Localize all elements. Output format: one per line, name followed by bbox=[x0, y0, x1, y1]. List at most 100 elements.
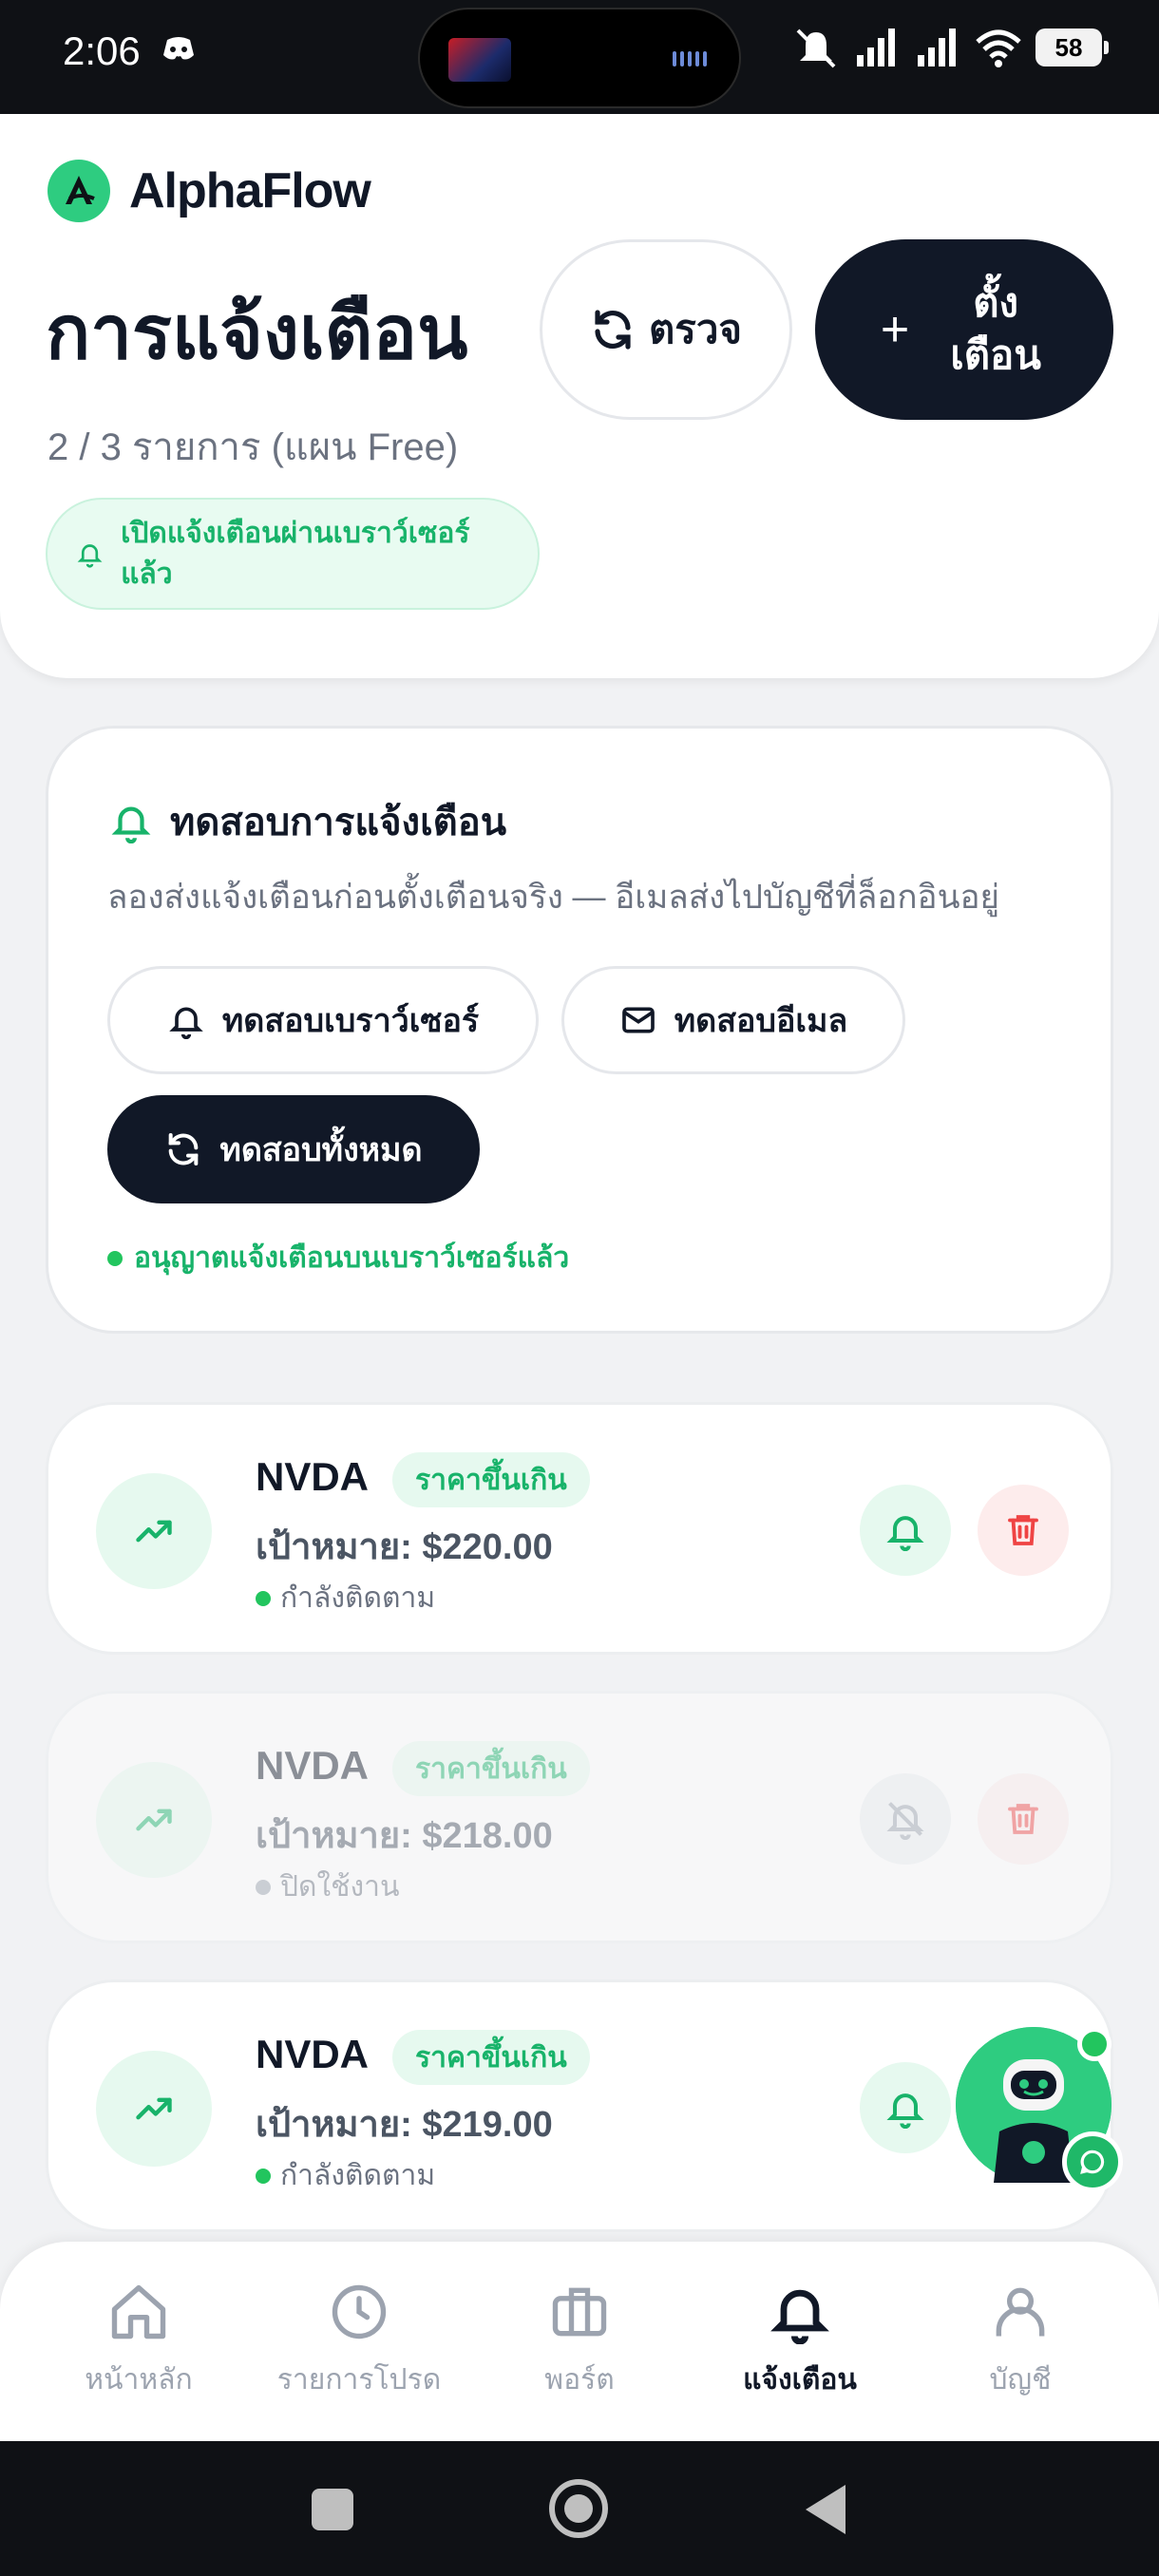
bell-icon bbox=[886, 2093, 924, 2129]
status-bar: 2:06 58 bbox=[0, 0, 1159, 114]
condition-badge: ราคาขึ้นเกิน bbox=[392, 1741, 590, 1796]
nav-watchlist-label: รายการโปรด bbox=[276, 2364, 442, 2396]
alert-status-text: กำลังติดตาม bbox=[280, 1582, 436, 1614]
set-alert-label: ตั้งเตือน bbox=[950, 280, 1041, 377]
refresh-icon bbox=[595, 310, 631, 350]
nav-home[interactable]: หน้าหลัก bbox=[34, 2242, 243, 2441]
status-icons: 58 bbox=[792, 27, 1109, 68]
trash-icon bbox=[1008, 1804, 1038, 1834]
alert-target: เป้าหมาย: $219.00 bbox=[256, 2105, 553, 2145]
alert-status: กำลังติดตาม bbox=[256, 1576, 435, 1620]
alert-symbol: NVDA bbox=[256, 1454, 370, 1499]
permission-text: อนุญาตแจ้งเตือนบนเบราว์เซอร์แล้ว bbox=[134, 1242, 570, 1274]
nav-portfolio-label: พอร์ต bbox=[544, 2364, 615, 2396]
nav-account[interactable]: บัญชี bbox=[916, 2242, 1125, 2441]
user-icon bbox=[996, 2287, 1045, 2337]
page-title: การแจ้งเตือน bbox=[46, 291, 468, 374]
status-dot bbox=[256, 1590, 271, 1606]
trending-up-icon bbox=[96, 1762, 212, 1878]
app-logo[interactable]: AlphaFlow bbox=[48, 160, 371, 222]
toggle-alert-button[interactable] bbox=[860, 1773, 951, 1865]
back-button[interactable] bbox=[806, 2485, 846, 2534]
check-button[interactable]: ตรวจ bbox=[540, 239, 792, 420]
test-title: ทดสอบการแจ้งเตือน bbox=[109, 791, 506, 852]
test-all-button[interactable]: ทดสอบทั้งหมด bbox=[107, 1095, 480, 1203]
audio-wave-icon bbox=[673, 51, 707, 66]
alphaflow-logo-icon bbox=[48, 160, 110, 222]
delete-alert-button[interactable] bbox=[978, 1773, 1069, 1865]
mute-icon bbox=[796, 28, 836, 68]
delete-alert-button[interactable] bbox=[978, 1485, 1069, 1576]
bell-icon bbox=[77, 544, 103, 568]
alert-status: ปิดใช้งาน bbox=[256, 1865, 400, 1909]
alert-status-text: ปิดใช้งาน bbox=[280, 1871, 400, 1903]
media-thumbnail bbox=[448, 38, 511, 82]
alert-status-text: กำลังติดตาม bbox=[280, 2160, 436, 2191]
alert-quota: 2 / 3 รายการ (แผน Free) bbox=[48, 426, 459, 468]
test-all-label: ทดสอบทั้งหมด bbox=[219, 1132, 423, 1168]
condition-badge: ราคาขึ้นเกิน bbox=[392, 2030, 590, 2085]
chat-bubble-icon[interactable] bbox=[1062, 2131, 1123, 2192]
alert-card[interactable]: NVDA ราคาขึ้นเกิน เป้าหมาย: $218.00 ปิดใ… bbox=[46, 1691, 1113, 1943]
system-navigation-bar bbox=[0, 2441, 1159, 2576]
dynamic-island[interactable] bbox=[418, 8, 741, 108]
home-icon bbox=[111, 2284, 166, 2339]
wifi-icon bbox=[976, 29, 1021, 67]
test-browser-label: ทดสอบเบราว์เซอร์ bbox=[221, 1003, 480, 1039]
bell-icon bbox=[169, 1007, 203, 1039]
status-dot bbox=[107, 1250, 123, 1266]
test-title-text: ทดสอบการแจ้งเตือน bbox=[170, 802, 507, 843]
nav-watchlist[interactable]: รายการโปรด bbox=[255, 2242, 464, 2441]
alert-target: เป้าหมาย: $220.00 bbox=[256, 1527, 553, 1567]
test-browser-button[interactable]: ทดสอบเบราว์เซอร์ bbox=[107, 966, 539, 1074]
status-dot bbox=[256, 2168, 271, 2184]
test-description: ลองส่งแจ้งเตือนก่อนตั้งเตือนจริง — อีเมล… bbox=[107, 879, 1000, 916]
alert-target: เป้าหมาย: $218.00 bbox=[256, 1816, 553, 1856]
status-time: 2:06 bbox=[63, 28, 141, 73]
test-email-button[interactable]: ทดสอบอีเมล bbox=[561, 966, 905, 1074]
nav-alerts[interactable]: แจ้งเตือน bbox=[695, 2242, 904, 2441]
bell-icon bbox=[886, 1516, 924, 1551]
signal-icon bbox=[857, 28, 895, 66]
refresh-icon bbox=[169, 1133, 199, 1165]
toggle-alert-button[interactable] bbox=[860, 2062, 951, 2153]
set-alert-button[interactable]: + ตั้งเตือน bbox=[815, 239, 1113, 420]
discord-icon bbox=[162, 34, 196, 67]
toggle-alert-button[interactable] bbox=[860, 1485, 951, 1576]
bottom-navigation: หน้าหลัก รายการโปรด พอร์ต แจ้งเตือน บัญช… bbox=[0, 2242, 1159, 2441]
bell-icon bbox=[111, 806, 151, 843]
online-indicator bbox=[1077, 2027, 1112, 2061]
battery-icon: 58 bbox=[1036, 28, 1109, 66]
alert-card[interactable]: NVDA ราคาขึ้นเกิน เป้าหมาย: $219.00 กำลั… bbox=[46, 1979, 1113, 2232]
test-email-label: ทดสอบอีเมล bbox=[674, 1003, 848, 1039]
nav-home-label: หน้าหลัก bbox=[85, 2364, 193, 2396]
nav-portfolio[interactable]: พอร์ต bbox=[475, 2242, 684, 2441]
browser-notification-text: เปิดแจ้งเตือนผ่านเบราว์เซอร์แล้ว bbox=[121, 517, 470, 591]
status-dot bbox=[256, 1879, 271, 1895]
bell-icon bbox=[770, 2289, 829, 2344]
battery-level: 58 bbox=[1054, 32, 1083, 62]
briefcase-icon bbox=[552, 2287, 607, 2337]
test-notification-card: ทดสอบการแจ้งเตือน ลองส่งแจ้งเตือนก่อนตั้… bbox=[46, 726, 1113, 1334]
browser-notification-status: เปิดแจ้งเตือนผ่านเบราว์เซอร์แล้ว bbox=[46, 498, 540, 610]
alert-card[interactable]: NVDA ราคาขึ้นเกิน เป้าหมาย: $220.00 กำลั… bbox=[46, 1402, 1113, 1655]
home-button[interactable] bbox=[549, 2479, 608, 2538]
bell-off-icon bbox=[886, 1802, 924, 1840]
permission-status: อนุญาตแจ้งเตือนบนเบราว์เซอร์แล้ว bbox=[107, 1236, 569, 1280]
signal-icon-2 bbox=[918, 28, 956, 66]
nav-account-label: บัญชี bbox=[989, 2364, 1052, 2396]
check-button-label: ตรวจ bbox=[648, 307, 743, 351]
mail-icon bbox=[621, 1007, 655, 1033]
condition-badge: ราคาขึ้นเกิน bbox=[392, 1452, 590, 1507]
trending-up-icon bbox=[96, 1473, 212, 1589]
app-name: AlphaFlow bbox=[129, 163, 371, 218]
alert-symbol: NVDA bbox=[256, 1743, 370, 1788]
nav-alerts-label: แจ้งเตือน bbox=[743, 2364, 857, 2396]
trash-icon bbox=[1008, 1515, 1038, 1545]
trending-up-icon bbox=[96, 2051, 212, 2167]
clock-icon bbox=[332, 2284, 387, 2339]
alert-status: กำลังติดตาม bbox=[256, 2153, 435, 2198]
alert-symbol: NVDA bbox=[256, 2032, 370, 2076]
recents-button[interactable] bbox=[312, 2489, 353, 2530]
plus-icon: + bbox=[880, 302, 910, 357]
